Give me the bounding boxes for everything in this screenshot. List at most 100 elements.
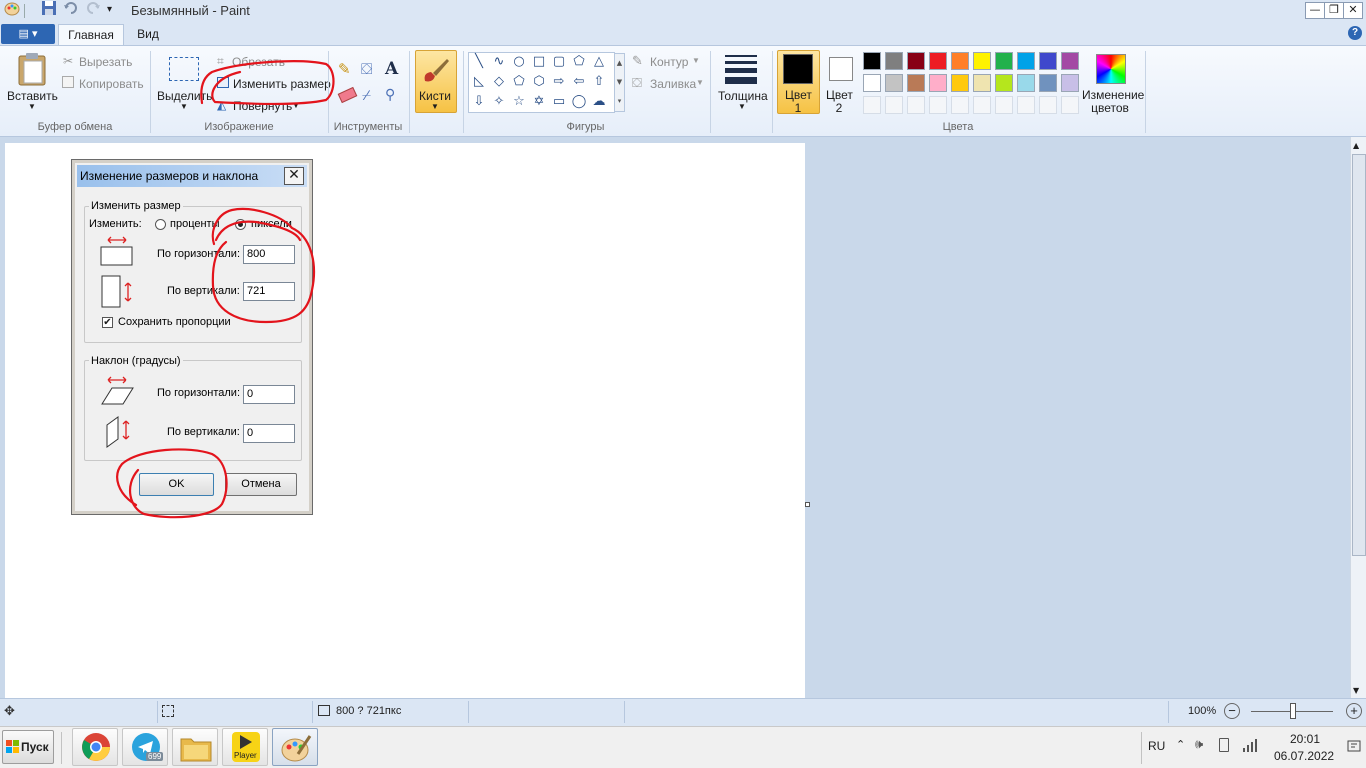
zoom-slider-thumb[interactable] — [1290, 703, 1296, 719]
custom-color-slot[interactable] — [1017, 96, 1035, 114]
custom-color-slot[interactable] — [1039, 96, 1057, 114]
four-point-star-shape-icon[interactable]: ✧ — [491, 94, 507, 110]
resize-button[interactable]: Изменить размер — [233, 77, 331, 91]
network-icon[interactable] — [1242, 737, 1260, 756]
percent-label[interactable]: проценты — [170, 218, 220, 230]
cancel-button[interactable]: Отмена — [225, 473, 297, 496]
right-arrow-shape-icon[interactable]: ⇨ — [551, 74, 567, 90]
oval-callout-shape-icon[interactable]: ◯ — [571, 94, 587, 110]
pentagon-shape-icon[interactable]: ⬠ — [511, 74, 527, 90]
paste-button[interactable]: Вставить — [7, 89, 58, 103]
custom-color-slot[interactable] — [907, 96, 925, 114]
tab-home[interactable]: Главная — [58, 24, 124, 46]
scroll-down-icon[interactable]: ▼ — [1353, 686, 1359, 695]
volume-icon[interactable]: 🕪 — [1195, 737, 1203, 752]
palette-swatch[interactable] — [863, 52, 881, 70]
rounded-callout-shape-icon[interactable]: ▭ — [551, 94, 567, 110]
palette-swatch[interactable] — [1039, 74, 1057, 92]
five-point-star-shape-icon[interactable]: ☆ — [511, 94, 527, 110]
triangle-shape-icon[interactable]: △ — [591, 54, 607, 70]
palette-swatch[interactable] — [885, 52, 903, 70]
diamond-shape-icon[interactable]: ◇ — [491, 74, 507, 90]
shapes-scroll-icon[interactable]: ▲ ▼ ▾ — [614, 53, 625, 112]
pixels-label[interactable]: пиксели — [251, 218, 292, 230]
resize-horizontal-input[interactable]: 800 — [243, 245, 295, 264]
thickness-dropdown-icon[interactable]: ▼ — [738, 102, 746, 111]
notifications-icon[interactable] — [1347, 734, 1362, 762]
edit-colors-icon[interactable] — [1096, 54, 1126, 84]
edit-colors-button[interactable]: Изменение цветов — [1082, 89, 1144, 115]
palette-swatch[interactable] — [1039, 52, 1057, 70]
language-indicator[interactable]: RU — [1148, 739, 1165, 753]
polygon-shape-icon[interactable]: ⬠ — [571, 54, 587, 70]
palette-swatch[interactable] — [907, 52, 925, 70]
palette-swatch[interactable] — [1017, 52, 1035, 70]
fill-dropdown-icon[interactable]: ▼ — [696, 78, 704, 87]
palette-swatch[interactable] — [995, 74, 1013, 92]
clock-date[interactable]: 06.07.2022 — [1274, 749, 1334, 763]
palette-swatch[interactable] — [863, 74, 881, 92]
keep-ratio-checkbox[interactable]: ✔ — [102, 317, 113, 328]
save-icon[interactable] — [41, 0, 57, 19]
palette-swatch[interactable] — [973, 52, 991, 70]
brushes-dropdown-icon[interactable]: ▼ — [431, 102, 439, 111]
fill-bucket-icon[interactable]: ⛋ — [361, 60, 372, 78]
copy-button[interactable]: Копировать — [79, 77, 144, 91]
outline-dropdown-icon[interactable]: ▼ — [692, 56, 700, 65]
scrollbar-thumb[interactable] — [1352, 154, 1366, 556]
rotate-button[interactable]: Повернуть — [233, 99, 292, 113]
paint-app-icon[interactable] — [4, 0, 20, 19]
fill-button[interactable]: Заливка — [650, 77, 696, 91]
quick-access-dropdown-icon[interactable]: ▾ — [107, 4, 112, 15]
cloud-callout-shape-icon[interactable]: ☁ — [591, 94, 607, 110]
canvas-resize-handle[interactable] — [805, 502, 810, 507]
rectangle-shape-icon[interactable]: □ — [531, 54, 547, 70]
magnifier-icon[interactable]: ⚲ — [385, 87, 395, 103]
custom-color-slot[interactable] — [929, 96, 947, 114]
pixels-radio[interactable] — [235, 219, 246, 230]
palette-swatch[interactable] — [951, 52, 969, 70]
resize-vertical-input[interactable]: 721 — [243, 282, 295, 301]
select-dropdown-icon[interactable]: ▼ — [180, 102, 188, 111]
color2-label[interactable]: Цвет 2 — [826, 89, 853, 115]
outline-button[interactable]: Контур — [650, 55, 688, 69]
rounded-rectangle-shape-icon[interactable]: ▢ — [551, 54, 567, 70]
hexagon-shape-icon[interactable]: ⬡ — [531, 74, 547, 90]
select-icon[interactable] — [169, 57, 199, 81]
zoom-out-button[interactable]: − — [1224, 703, 1240, 719]
custom-color-slot[interactable] — [885, 96, 903, 114]
palette-swatch[interactable] — [1017, 74, 1035, 92]
palette-swatch[interactable] — [973, 74, 991, 92]
custom-color-slot[interactable] — [1061, 96, 1079, 114]
left-arrow-shape-icon[interactable]: ⇦ — [571, 74, 587, 90]
paste-dropdown-icon[interactable]: ▼ — [28, 102, 36, 111]
scroll-up-icon[interactable]: ▲ — [1353, 141, 1359, 150]
oval-shape-icon[interactable]: ○ — [511, 54, 527, 70]
crop-button[interactable]: Обрезать — [232, 55, 285, 69]
help-icon[interactable]: ? — [1348, 26, 1362, 40]
custom-color-slot[interactable] — [995, 96, 1013, 114]
zoom-in-button[interactable]: + — [1346, 703, 1362, 719]
six-point-star-shape-icon[interactable]: ✡ — [531, 94, 547, 110]
pencil-icon[interactable]: ✎ — [338, 60, 351, 78]
percent-radio[interactable] — [155, 219, 166, 230]
palette-swatch[interactable] — [1061, 74, 1079, 92]
right-triangle-shape-icon[interactable]: ◺ — [471, 74, 487, 90]
palette-swatch[interactable] — [995, 52, 1013, 70]
tab-view[interactable]: Вид — [128, 24, 168, 46]
close-button[interactable]: ✕ — [1343, 2, 1363, 19]
color2-swatch[interactable] — [829, 57, 853, 81]
dialog-close-button[interactable]: ✕ — [284, 167, 304, 185]
cut-button[interactable]: Вырезать — [79, 55, 132, 69]
select-button[interactable]: Выделить — [157, 89, 212, 103]
tray-expand-icon[interactable]: ⌃ — [1176, 738, 1185, 751]
curve-shape-icon[interactable]: ∿ — [491, 54, 507, 70]
palette-swatch[interactable] — [885, 74, 903, 92]
restore-button[interactable]: ❐ — [1324, 2, 1344, 19]
rotate-dropdown-icon[interactable]: ▼ — [292, 101, 300, 110]
palette-swatch[interactable] — [951, 74, 969, 92]
minimize-button[interactable]: — — [1305, 2, 1325, 19]
up-arrow-shape-icon[interactable]: ⇧ — [591, 74, 607, 90]
clock-time[interactable]: 20:01 — [1290, 732, 1320, 746]
text-tool-icon[interactable]: A — [385, 59, 398, 79]
